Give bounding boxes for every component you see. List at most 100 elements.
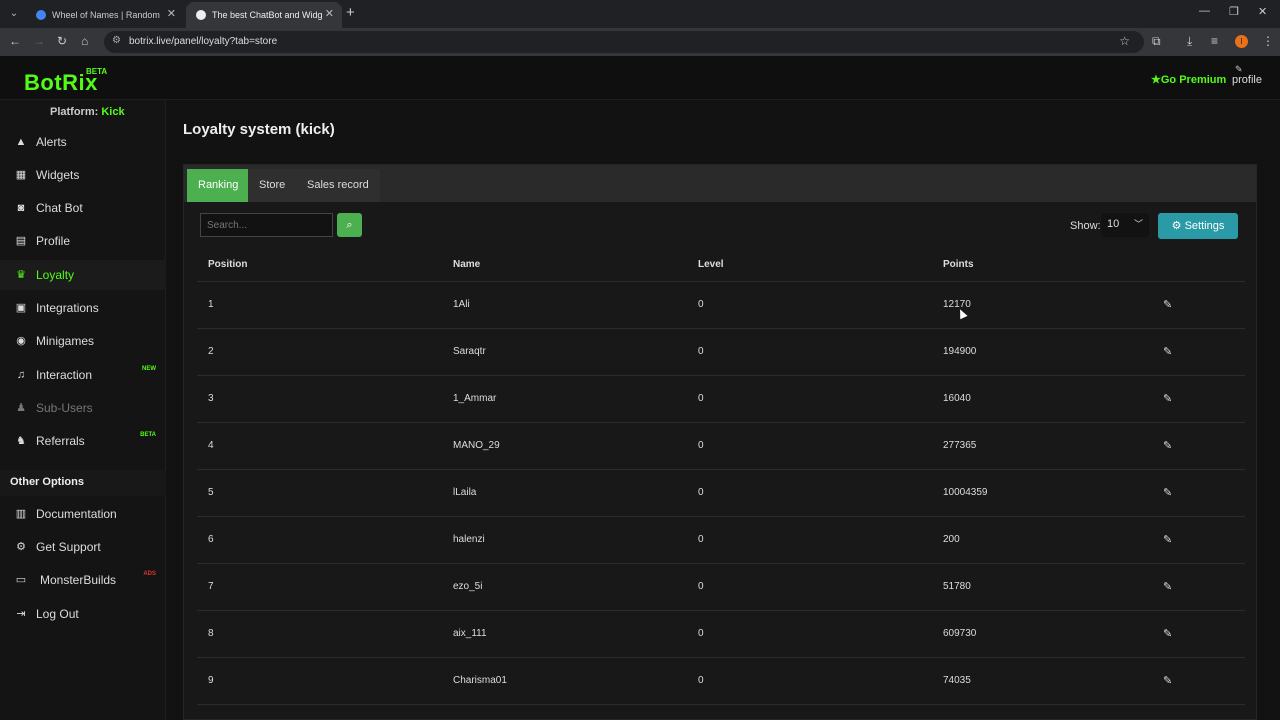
sidebar-item-widgets[interactable]: ▦ Widgets [0, 160, 166, 190]
reload-icon[interactable]: ↻ [57, 34, 67, 48]
points-cell: 51780 [932, 563, 1152, 611]
position-cell: 6 [197, 516, 442, 564]
new-tab-icon[interactable]: + [346, 4, 355, 21]
edit-pencil-icon[interactable]: ✎ [1163, 674, 1172, 687]
sidebar-item-loyalty[interactable]: ♛ Loyalty [0, 260, 166, 290]
browser-tab-title: Wheel of Names | Random nam [52, 9, 162, 20]
gears-icon: ⚙ [1171, 220, 1182, 232]
extensions-icon[interactable]: ⧉ [1152, 34, 1161, 49]
site-info-icon[interactable]: ⚙ [112, 35, 121, 46]
close-tab-icon[interactable]: ✕ [325, 2, 334, 26]
sidebar-item-chat-bot[interactable]: ◙ Chat Bot [0, 193, 166, 223]
edit-pencil-icon[interactable]: ✎ [1163, 627, 1172, 640]
column-header-points[interactable]: Points [932, 249, 1152, 282]
page-size-value: 10 [1107, 218, 1120, 230]
edit-cell: ✎ [1152, 469, 1245, 517]
close-tab-icon[interactable]: ✕ [167, 2, 176, 26]
position-cell: 4 [197, 422, 442, 470]
edit-cell: ✎ [1152, 328, 1245, 376]
sidebar-item-minigames[interactable]: ◉ Minigames [0, 326, 166, 356]
beta-badge: BETA [140, 432, 156, 438]
show-label: Show: [1070, 220, 1101, 232]
sidebar-item-label: Profile [36, 234, 71, 248]
column-header-name[interactable]: Name [442, 249, 687, 282]
edit-pencil-icon[interactable]: ✎ [1163, 345, 1172, 358]
column-header-position[interactable]: Position [197, 249, 442, 282]
search-button[interactable]: ⌕ [337, 213, 362, 237]
sidebar-item-referrals[interactable]: ♞ Referrals BETA [0, 426, 166, 456]
sidebar-item-integrations[interactable]: ▣ Integrations [0, 293, 166, 323]
edit-pencil-icon[interactable]: ✎ [1163, 533, 1172, 546]
table-row: 6 halenzi 0 200 ✎ [197, 516, 1245, 564]
points-cell: 194900 [932, 328, 1152, 376]
edit-pencil-icon[interactable]: ✎ [1163, 580, 1172, 593]
back-icon[interactable]: ← [9, 34, 21, 48]
column-header-level[interactable]: Level [687, 249, 932, 282]
sidebar-item-alerts[interactable]: ▲ Alerts [0, 127, 166, 157]
close-window-icon[interactable]: ✕ [1258, 5, 1267, 18]
search-input[interactable] [200, 213, 333, 237]
app-header: BotRix BETA ★Go Premium ✎ profile [0, 56, 1280, 100]
tab-store[interactable]: Store [248, 169, 297, 202]
laptop-icon: ▭ [15, 574, 27, 586]
level-cell: 0 [687, 328, 932, 376]
table-row: 3 1_Ammar 0 16040 ✎ [197, 375, 1245, 423]
go-premium-button[interactable]: ★Go Premium [1151, 73, 1226, 86]
sidebar-item-log-out[interactable]: ⇥ Log Out [0, 599, 166, 629]
edit-cell: ✎ [1152, 610, 1245, 658]
browser-tab-wheel-of-names[interactable]: Wheel of Names | Random nam ✕ [26, 2, 184, 28]
sidebar-item-label: Documentation [36, 507, 117, 521]
warning-icon: ▲ [15, 136, 27, 148]
home-icon[interactable]: ⌂ [81, 34, 88, 48]
sidebar-item-interaction[interactable]: ♫ Interaction NEW [0, 360, 166, 390]
edit-pencil-icon[interactable]: ✎ [1163, 298, 1172, 311]
edit-pencil-icon[interactable]: ✎ [1163, 439, 1172, 452]
level-cell: 0 [687, 281, 932, 329]
users-icon: ♟ [16, 402, 26, 414]
browser-tab-botrix[interactable]: The best ChatBot and Widgets✕ [186, 2, 342, 28]
edit-pencil-icon[interactable]: ✎ [1163, 486, 1172, 499]
browser-menu-icon[interactable]: ⋮ [1262, 34, 1274, 48]
sidebar-item-label: Loyalty [36, 268, 75, 282]
sidebar-item-get-support[interactable]: ⚙ Get Support [0, 532, 166, 562]
trophy-icon: ♛ [16, 269, 26, 281]
bookmark-star-icon[interactable]: ☆ [1119, 34, 1130, 48]
platform-label: Platform: [50, 106, 99, 118]
music-icon: ♫ [16, 369, 26, 381]
reading-list-icon[interactable]: ≡ [1211, 34, 1218, 48]
name-cell: Charisma01 [442, 657, 687, 705]
sidebar-item-monsterbuilds[interactable]: ▭ MonsterBuilds ADS [0, 565, 166, 595]
address-bar[interactable]: ⚙ botrix.live/panel/loyalty?tab=store ☆ [104, 31, 1144, 53]
table-header-row: Position Name Level Points [197, 249, 1245, 282]
edit-pencil-icon[interactable]: ✎ [1163, 392, 1172, 405]
sidebar-item-profile[interactable]: ▤ Profile [0, 226, 166, 256]
tab-sales-record[interactable]: Sales record [296, 169, 380, 202]
browser-profile-avatar[interactable]: I [1235, 35, 1248, 48]
browser-tabbar: ⌄ Wheel of Names | Random nam ✕ The best … [0, 0, 1280, 28]
page-size-select[interactable]: 10 ﹀ [1101, 213, 1149, 237]
sidebar-item-sub-users[interactable]: ♟ Sub-Users [0, 393, 166, 423]
settings-button[interactable]: ⚙ Settings [1158, 213, 1238, 239]
loyalty-card: Ranking Store Sales record ⌕ Show: 10﹀ ⚙… [183, 164, 1257, 720]
logout-icon: ⇥ [16, 608, 26, 620]
position-cell: 9 [197, 657, 442, 705]
table-row: 8 aix_111 0 609730 ✎ [197, 610, 1245, 658]
sidebar-item-documentation[interactable]: ▥ Documentation [0, 499, 166, 529]
name-cell: 1_Ammar [442, 375, 687, 423]
forward-icon[interactable]: → [33, 34, 45, 48]
minimize-icon[interactable]: — [1199, 5, 1210, 17]
restore-icon[interactable]: ❐ [1229, 5, 1239, 18]
table-row: 4 MANO_29 0 277365 ✎ [197, 422, 1245, 470]
position-cell: 3 [197, 375, 442, 423]
browser-tab-title: The best ChatBot and Widgets [212, 9, 322, 20]
id-card-icon: ▤ [15, 235, 27, 247]
level-cell: 0 [687, 610, 932, 658]
user-group-icon: ♞ [16, 435, 26, 447]
table-row: 9 Charisma01 0 74035 ✎ [197, 657, 1245, 705]
download-icon[interactable]: ⤓ [1187, 34, 1192, 49]
profile-link[interactable]: profile [1232, 74, 1262, 86]
tab-search-icon[interactable]: ⌄ [6, 6, 22, 22]
points-cell: 609730 [932, 610, 1152, 658]
tab-ranking[interactable]: Ranking [187, 169, 250, 202]
level-cell: 0 [687, 375, 932, 423]
